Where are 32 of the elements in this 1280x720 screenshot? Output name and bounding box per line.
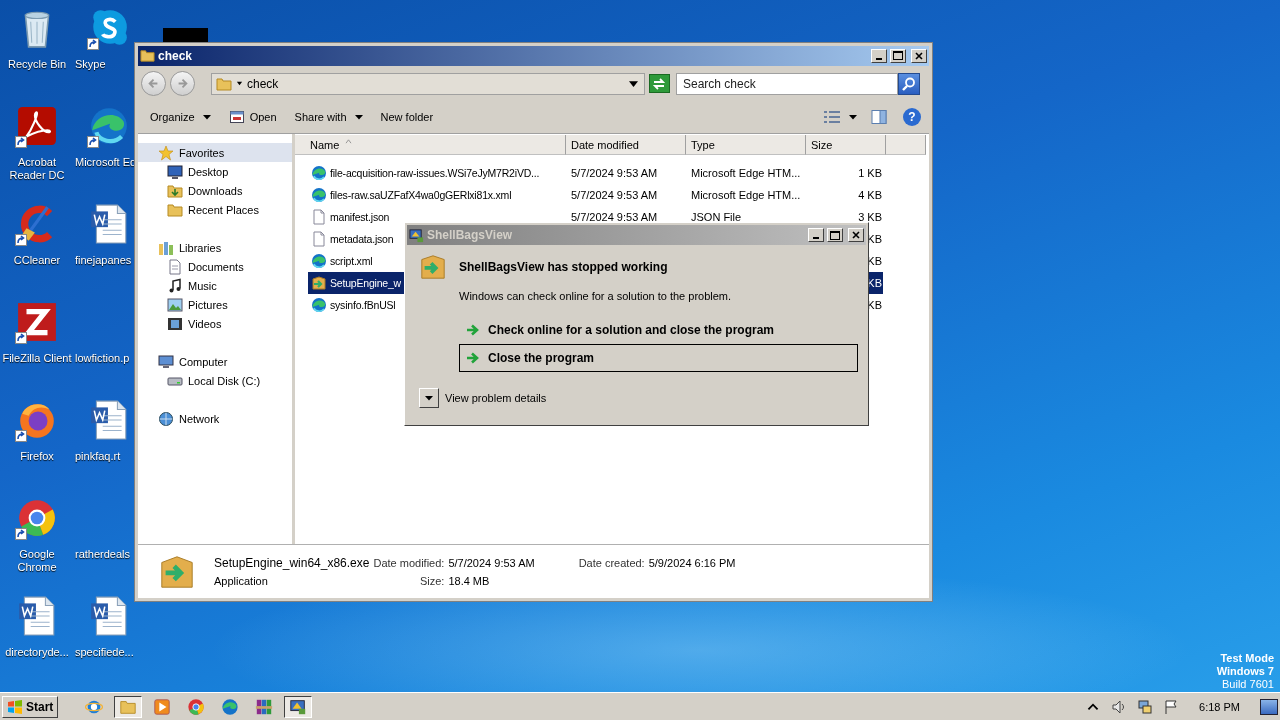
- file-size: 4 KB: [858, 189, 882, 202]
- file-type: Microsoft Edge HTM...: [691, 167, 801, 180]
- file-name: SetupEngine_w: [330, 277, 401, 290]
- file-name: sysinfo.fBnUSl: [330, 299, 396, 312]
- detail-label: Date created:: [578, 556, 645, 569]
- detail-value: 5/7/2024 9:53 AM: [448, 556, 535, 569]
- file-name: file-acquisition-raw-issues.WSi7eJyM7R2iVD...: [330, 167, 540, 180]
- window-title: check: [158, 48, 193, 63]
- file-name: script.xml: [330, 255, 373, 268]
- file-type: JSON File: [691, 211, 742, 224]
- window-title: ShellBagsView: [427, 228, 513, 242]
- system-notice: Test Mode: [1220, 652, 1274, 665]
- detail-value: 18.4 MB: [448, 574, 491, 587]
- detail-value: 5/9/2024 6:16 PM: [648, 556, 736, 569]
- file-name: metadata.json: [330, 233, 394, 246]
- dialog-message: Windows can check online for a solution to the problem.: [459, 290, 733, 302]
- file-type: Application: [214, 574, 269, 587]
- file-size: 1 KB: [858, 167, 882, 180]
- date-modified: 5/7/2024 9:53 AM: [571, 167, 658, 180]
- file-name: files-raw.saUZFafX4wa0gGERlxi81x.xml: [330, 189, 512, 202]
- date-modified: 5/7/2024 9:53 AM: [571, 211, 658, 224]
- file-size: 3 KB: [858, 211, 882, 224]
- file-name: SetupEngine_win64_x86.exe: [214, 555, 370, 570]
- dialog-heading: ShellBagsView has stopped working: [459, 260, 668, 274]
- file-name: manifest.json: [330, 211, 390, 224]
- details-toggle-label: View problem details: [445, 392, 547, 404]
- file-type: Microsoft Edge HTM...: [691, 189, 801, 202]
- date-modified: 5/7/2024 9:53 AM: [571, 189, 658, 202]
- system-notice: Build 7601: [1222, 678, 1274, 691]
- system-notice: Windows 7: [1216, 665, 1274, 678]
- detail-label: Size:: [418, 574, 445, 587]
- detail-label: Date modified:: [373, 556, 445, 569]
